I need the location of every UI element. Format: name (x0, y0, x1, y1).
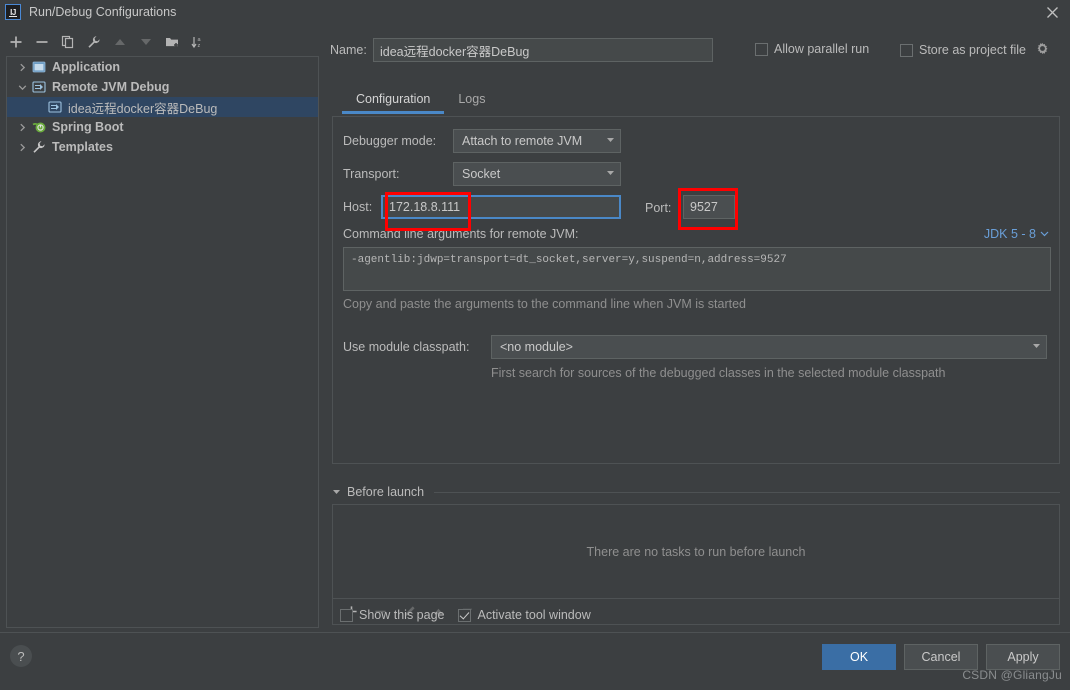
tree-node-spring-boot[interactable]: Spring Boot (7, 117, 318, 137)
debugger-mode-row: Debugger mode: Attach to remote JVM (343, 129, 621, 153)
port-label: Port: (645, 201, 672, 215)
copy-configuration-button[interactable] (60, 34, 76, 50)
svg-text:z: z (198, 43, 201, 49)
activate-tool-window-label: Activate tool window (477, 608, 591, 622)
wrench-icon (31, 139, 47, 155)
transport-row: Transport: Socket (343, 162, 621, 186)
chevron-right-icon[interactable] (15, 140, 29, 154)
sort-configurations-button[interactable]: a z (190, 34, 206, 50)
bottom-checkbox-row: Show this page Activate tool window (340, 608, 591, 622)
tree-node-remote-jvm-debug[interactable]: Remote JVM Debug (7, 77, 318, 97)
module-classpath-select[interactable]: <no module> (491, 335, 1047, 359)
show-this-page-label: Show this page (359, 608, 445, 622)
application-icon (31, 59, 47, 75)
dialog-button-row: OK Cancel Apply (822, 644, 1060, 670)
watermark: CSDN @GliangJu (962, 668, 1062, 682)
host-input[interactable] (381, 195, 621, 219)
add-configuration-button[interactable] (8, 34, 24, 50)
debugger-mode-label: Debugger mode: (343, 134, 437, 148)
jdk-version-label: JDK 5 - 8 (983, 227, 1036, 241)
configurations-tree[interactable]: Application Remote JVM Debug idea远程docke… (6, 56, 319, 628)
ok-button[interactable]: OK (822, 644, 896, 670)
checkbox-box (900, 43, 913, 57)
jdk-version-selector[interactable]: JDK 5 - 8 (984, 227, 1049, 241)
collapse-triangle-icon[interactable] (332, 485, 341, 499)
allow-parallel-run-checkbox[interactable]: Allow parallel run (755, 42, 869, 56)
remove-configuration-button[interactable] (34, 34, 50, 50)
window-title: Run/Debug Configurations (29, 5, 177, 19)
command-line-arguments-textarea[interactable]: -agentlib:jdwp=transport=dt_socket,serve… (343, 247, 1051, 291)
before-launch-title: Before launch (347, 485, 425, 499)
chevron-down-icon (1031, 340, 1042, 354)
intellij-idea-logo-icon: IJ (5, 4, 21, 20)
transport-label: Transport: (343, 167, 400, 181)
cancel-button[interactable]: Cancel (904, 644, 978, 670)
tree-node-label: idea远程docker容器DeBug (68, 101, 218, 116)
chevron-right-icon[interactable] (15, 120, 29, 134)
debugger-mode-select[interactable]: Attach to remote JVM (453, 129, 621, 153)
chevron-right-icon[interactable] (15, 60, 29, 74)
command-line-arguments-label: Command line arguments for remote JVM: (343, 227, 579, 241)
tree-node-label: Templates (52, 140, 113, 154)
module-classpath-value: <no module> (500, 340, 573, 354)
close-icon[interactable] (1042, 2, 1062, 22)
chevron-down-icon[interactable] (15, 80, 29, 94)
move-down-button[interactable] (138, 34, 154, 50)
module-classpath-row: Use module classpath: <no module> (343, 335, 1047, 359)
gear-icon[interactable] (1036, 42, 1049, 58)
show-this-page-checkbox[interactable]: Show this page (340, 608, 444, 622)
new-folder-button[interactable] (164, 34, 180, 50)
tree-node-label: Remote JVM Debug (52, 80, 170, 94)
chevron-down-icon (605, 134, 616, 148)
title-bar: IJ Run/Debug Configurations (0, 0, 1070, 24)
checkbox-box (755, 42, 768, 56)
move-up-button[interactable] (112, 34, 128, 50)
activate-tool-window-checkbox[interactable]: Activate tool window (458, 608, 591, 622)
allow-parallel-run-label: Allow parallel run (774, 42, 870, 56)
section-divider (434, 491, 1060, 493)
checkbox-box (458, 608, 472, 622)
configuration-form-panel: Name: Allow parallel run Store as projec… (330, 28, 1070, 632)
remote-jvm-debug-icon (31, 79, 47, 95)
configurations-tree-panel: a z Application Remote JVM Debug idea远程d… (0, 28, 322, 632)
store-as-project-file-label: Store as project file (919, 43, 1026, 57)
module-classpath-label: Use module classpath: (343, 340, 470, 354)
command-line-hint: Copy and paste the arguments to the comm… (343, 297, 746, 311)
tab-logs[interactable]: Logs (444, 88, 499, 114)
footer-divider (0, 632, 1070, 633)
name-label: Name: (330, 43, 367, 57)
tree-toolbar: a z (0, 28, 322, 56)
tree-node-templates[interactable]: Templates (7, 137, 318, 157)
spring-boot-icon (31, 119, 47, 135)
tab-configuration[interactable]: Configuration (342, 88, 445, 114)
help-button[interactable]: ? (10, 645, 32, 667)
before-launch-header[interactable]: Before launch (332, 483, 1060, 501)
tree-node-label: Spring Boot (52, 120, 124, 134)
host-row: Host: (343, 195, 621, 219)
edit-templates-wrench-icon[interactable] (86, 34, 102, 50)
configuration-tab-panel: Debugger mode: Attach to remote JVM Tran… (332, 116, 1060, 464)
tree-node-label: Application (52, 60, 121, 74)
transport-select[interactable]: Socket (453, 162, 621, 186)
chevron-down-icon (1040, 227, 1049, 241)
before-launch-task-list[interactable]: There are no tasks to run before launch (332, 504, 1060, 599)
before-launch-empty-message: There are no tasks to run before launch (586, 544, 806, 559)
debugger-mode-value: Attach to remote JVM (462, 134, 583, 148)
name-input[interactable] (373, 38, 713, 62)
host-label: Host: (343, 200, 373, 214)
tab-bar: Configuration Logs (342, 88, 1070, 116)
store-as-project-file-checkbox[interactable]: Store as project file (900, 42, 1049, 58)
port-input[interactable] (683, 195, 735, 219)
checkbox-box (340, 608, 353, 622)
remote-jvm-debug-icon (47, 99, 63, 115)
tree-node-application[interactable]: Application (7, 57, 318, 77)
transport-value: Socket (462, 167, 501, 181)
module-classpath-hint: First search for sources of the debugged… (491, 366, 946, 380)
apply-button[interactable]: Apply (986, 644, 1060, 670)
chevron-down-icon (605, 167, 616, 181)
tree-node-idea-remote-docker-debug[interactable]: idea远程docker容器DeBug (7, 97, 318, 117)
